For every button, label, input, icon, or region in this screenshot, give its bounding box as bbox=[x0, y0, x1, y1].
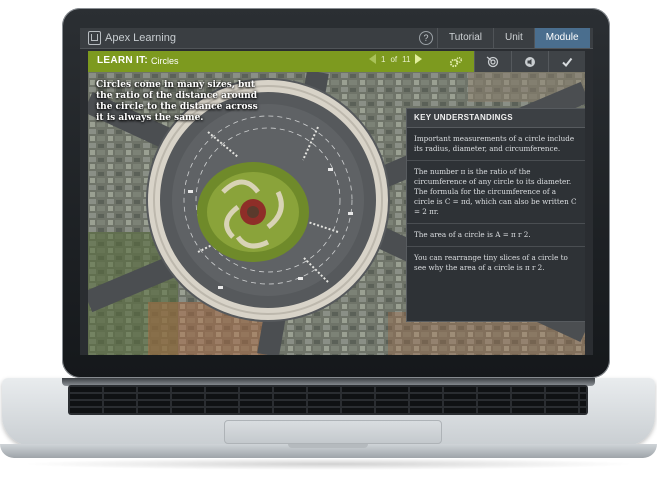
tab-unit[interactable]: Unit bbox=[492, 28, 534, 48]
keyboard-row bbox=[70, 387, 586, 392]
section-label: LEARN IT: bbox=[97, 55, 149, 66]
top-navigation-bar: Apex Learning ? Tutorial Unit Module bbox=[80, 28, 593, 49]
panel-item: You can rearrange tiny slices of a circl… bbox=[414, 253, 568, 272]
logo-text: Apex Learning bbox=[105, 32, 176, 44]
previous-page-arrow-icon[interactable] bbox=[369, 54, 376, 64]
complete-tool-button[interactable] bbox=[548, 51, 585, 72]
lesson-title: Circles bbox=[151, 56, 179, 66]
lesson-title-bar: LEARN IT: Circles 1 of 11 bbox=[88, 51, 438, 72]
keyboard-row bbox=[70, 408, 586, 413]
target-tool-button[interactable] bbox=[474, 51, 511, 72]
image-caption: Circles come in many sizes, but the rati… bbox=[96, 80, 258, 123]
apex-logo-icon bbox=[88, 31, 101, 45]
panel-item: The area of a circle is A = π r 2. bbox=[407, 224, 585, 247]
keyboard-row bbox=[70, 394, 586, 399]
apex-logo: Apex Learning bbox=[88, 31, 176, 45]
page-navigator: 1 of 11 bbox=[369, 54, 423, 64]
checkmark-icon bbox=[562, 57, 573, 67]
activity-tool-button[interactable] bbox=[438, 51, 474, 72]
laptop-shadow bbox=[20, 458, 637, 470]
page-total: 11 bbox=[402, 54, 411, 64]
panel-heading: KEY UNDERSTANDINGS bbox=[407, 109, 585, 128]
laptop-trackpad bbox=[224, 420, 442, 444]
page-of: of bbox=[390, 54, 398, 64]
audio-tool-button[interactable] bbox=[511, 51, 548, 72]
target-icon bbox=[486, 56, 499, 67]
lesson-header-bar: LEARN IT: Circles 1 of 11 bbox=[88, 51, 585, 72]
help-button[interactable]: ? bbox=[419, 31, 433, 45]
laptop-notch bbox=[288, 444, 368, 448]
view-tabs: Tutorial Unit Module bbox=[437, 28, 590, 48]
tab-module[interactable]: Module bbox=[533, 28, 590, 48]
audio-icon bbox=[525, 56, 535, 67]
gears-icon bbox=[449, 56, 463, 67]
laptop-screen: Apex Learning ? Tutorial Unit Module LEA… bbox=[80, 28, 593, 355]
tab-tutorial[interactable]: Tutorial bbox=[437, 28, 493, 48]
page-current: 1 bbox=[381, 54, 386, 64]
panel-item: The number π is the ratio of the circumf… bbox=[407, 161, 585, 224]
lesson-content: Circles come in many sizes, but the rati… bbox=[88, 72, 585, 355]
next-page-arrow-icon[interactable] bbox=[415, 54, 423, 64]
keyboard-row bbox=[70, 401, 586, 406]
panel-item: Important measurements of a circle inclu… bbox=[407, 128, 585, 161]
key-understandings-panel: KEY UNDERSTANDINGS Important measurement… bbox=[406, 108, 585, 322]
lesson-toolbar bbox=[438, 51, 585, 72]
